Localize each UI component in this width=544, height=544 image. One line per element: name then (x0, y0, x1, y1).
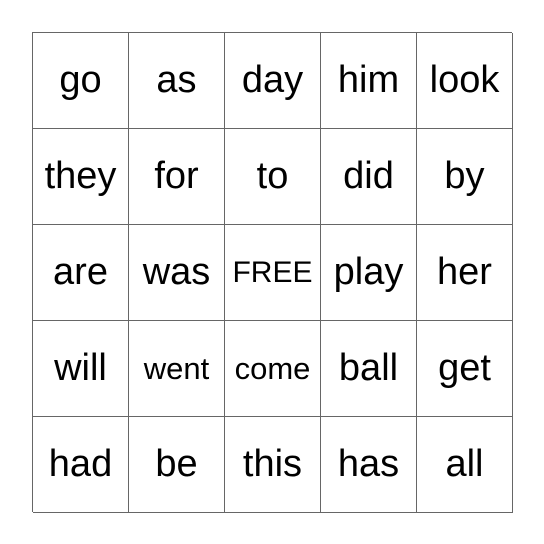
bingo-cell[interactable]: went (129, 321, 225, 417)
bingo-cell[interactable]: day (225, 33, 321, 129)
bingo-cell[interactable]: they (33, 129, 129, 225)
bingo-cell[interactable]: this (225, 417, 321, 513)
bingo-cell[interactable]: for (129, 129, 225, 225)
bingo-cell[interactable]: look (417, 33, 513, 129)
bingo-cell[interactable]: has (321, 417, 417, 513)
bingo-board: go as day him look they for to did by ar… (32, 32, 513, 513)
bingo-cell[interactable]: as (129, 33, 225, 129)
bingo-cell[interactable]: did (321, 129, 417, 225)
bingo-cell[interactable]: had (33, 417, 129, 513)
bingo-cell[interactable]: get (417, 321, 513, 417)
bingo-cell[interactable]: be (129, 417, 225, 513)
bingo-cell[interactable]: ball (321, 321, 417, 417)
bingo-cell[interactable]: him (321, 33, 417, 129)
bingo-cell[interactable]: all (417, 417, 513, 513)
bingo-cell[interactable]: to (225, 129, 321, 225)
bingo-cell[interactable]: by (417, 129, 513, 225)
bingo-cell[interactable]: play (321, 225, 417, 321)
bingo-cell[interactable]: come (225, 321, 321, 417)
bingo-cell[interactable]: are (33, 225, 129, 321)
free-space-cell[interactable]: FREE (225, 225, 321, 321)
bingo-cell[interactable]: will (33, 321, 129, 417)
bingo-cell[interactable]: her (417, 225, 513, 321)
bingo-cell[interactable]: go (33, 33, 129, 129)
bingo-cell[interactable]: was (129, 225, 225, 321)
